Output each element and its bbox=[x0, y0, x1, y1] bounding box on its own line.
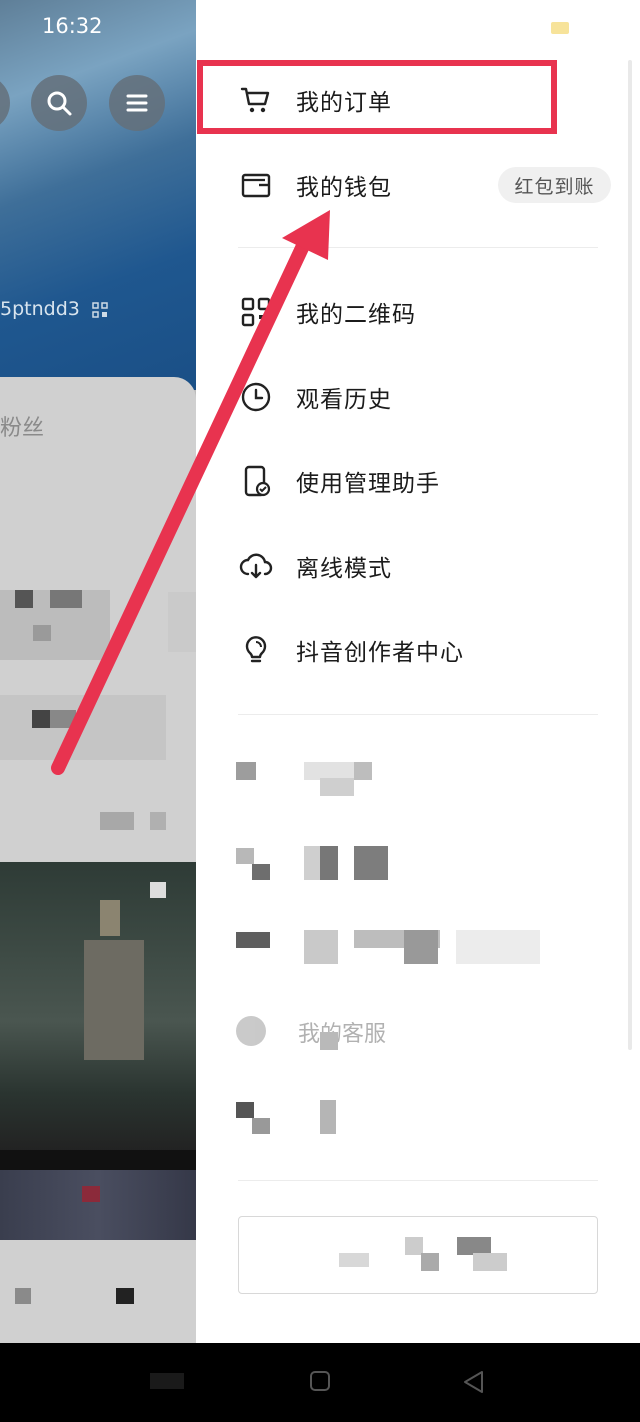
menu-item-usage-assistant[interactable]: 使用管理助手 bbox=[238, 451, 618, 511]
status-time: 16:32 bbox=[42, 14, 103, 38]
clock-icon bbox=[238, 379, 274, 415]
pixel-block bbox=[50, 710, 76, 728]
menu-item-offline-mode[interactable]: 离线模式 bbox=[238, 536, 618, 596]
highlight-box-orders bbox=[197, 60, 557, 134]
blurred-menu-item[interactable] bbox=[236, 930, 596, 970]
wallet-badge[interactable]: 红包到账 bbox=[498, 167, 611, 203]
divider bbox=[238, 247, 598, 248]
pixel-block bbox=[32, 710, 50, 728]
pixel-block bbox=[82, 1186, 100, 1202]
menu-item-label: 我的二维码 bbox=[296, 302, 416, 328]
home-button[interactable] bbox=[308, 1369, 332, 1393]
menu-item-label: 抖音创作者中心 bbox=[296, 640, 464, 666]
pixel-block bbox=[236, 848, 254, 864]
menu-icon bbox=[126, 94, 148, 112]
background-profile-page: 16:32 5ptndd3 粉丝 bbox=[0, 0, 196, 1343]
pixel-block bbox=[354, 762, 372, 780]
pixel-block bbox=[236, 762, 256, 780]
headset-icon bbox=[236, 1016, 266, 1046]
pixel-block bbox=[456, 930, 540, 964]
divider bbox=[238, 714, 598, 715]
phone-check-icon bbox=[238, 463, 274, 499]
pixel-block bbox=[354, 846, 388, 880]
pixel-block bbox=[15, 590, 33, 608]
blurred-menu-item[interactable] bbox=[236, 1100, 596, 1140]
pixel-block bbox=[473, 1253, 507, 1271]
bottom-action-button[interactable] bbox=[238, 1216, 598, 1294]
pixel-block bbox=[100, 812, 134, 830]
menu-item-label: 我的钱包 bbox=[296, 175, 392, 201]
pixel-block bbox=[252, 864, 270, 880]
lightbulb-icon bbox=[238, 632, 274, 668]
menu-item-label: 离线模式 bbox=[296, 556, 392, 582]
pixel-block bbox=[50, 590, 82, 608]
pixel-block bbox=[339, 1253, 369, 1267]
pixelated-content bbox=[0, 695, 166, 760]
qr-code-small-icon[interactable] bbox=[92, 301, 108, 318]
pixel-block bbox=[116, 1288, 134, 1304]
menu-item-qr-code[interactable]: 我的二维码 bbox=[238, 282, 618, 342]
profile-uid: 5ptndd3 bbox=[0, 298, 108, 320]
pixel-block bbox=[0, 1150, 196, 1170]
blurred-menu-item[interactable] bbox=[236, 760, 596, 800]
pixel-block bbox=[320, 846, 338, 880]
pixel-block bbox=[421, 1253, 439, 1271]
qr-code-icon bbox=[238, 294, 274, 330]
profile-header-background bbox=[0, 0, 196, 390]
pixel-block bbox=[304, 930, 338, 964]
pixel-block bbox=[15, 1288, 31, 1304]
pixel-block bbox=[252, 1118, 270, 1134]
pixel-block bbox=[236, 932, 270, 948]
uid-text: 5ptndd3 bbox=[0, 298, 80, 320]
pixel-block bbox=[320, 1032, 338, 1050]
pixel-block bbox=[150, 812, 166, 830]
pixel-block bbox=[33, 625, 51, 641]
blurred-menu-item[interactable]: 我的客服 bbox=[236, 1014, 596, 1054]
blurred-menu-item[interactable] bbox=[236, 846, 596, 886]
pixel-block bbox=[100, 900, 120, 936]
pixel-block bbox=[320, 1100, 336, 1134]
menu-item-watch-history[interactable]: 观看历史 bbox=[238, 367, 618, 427]
blurred-item-label: 我的客服 bbox=[298, 1022, 387, 1047]
pixel-block bbox=[84, 940, 144, 1060]
divider bbox=[238, 1180, 598, 1181]
system-navigation-bar bbox=[0, 1343, 640, 1422]
wallet-icon bbox=[238, 167, 274, 203]
fans-label: 粉丝 bbox=[0, 416, 45, 441]
pixel-block bbox=[236, 1102, 254, 1118]
pixel-block bbox=[150, 882, 166, 898]
pixelated-video-thumbnail[interactable] bbox=[0, 1170, 196, 1240]
cloud-download-icon bbox=[238, 548, 274, 584]
menu-item-label: 观看历史 bbox=[296, 387, 392, 413]
pixel-block bbox=[320, 778, 354, 796]
menu-item-label: 使用管理助手 bbox=[296, 471, 440, 497]
search-icon bbox=[47, 91, 72, 116]
back-button[interactable] bbox=[460, 1369, 486, 1395]
menu-button[interactable] bbox=[109, 75, 165, 131]
menu-item-creator-center[interactable]: 抖音创作者中心 bbox=[238, 620, 618, 680]
recent-apps-button[interactable] bbox=[150, 1373, 184, 1389]
drawer-scrollbar[interactable] bbox=[628, 60, 632, 1050]
pixel-block bbox=[168, 592, 196, 652]
battery-indicator bbox=[551, 22, 569, 34]
search-button[interactable] bbox=[31, 75, 87, 131]
pixel-block bbox=[404, 930, 438, 964]
